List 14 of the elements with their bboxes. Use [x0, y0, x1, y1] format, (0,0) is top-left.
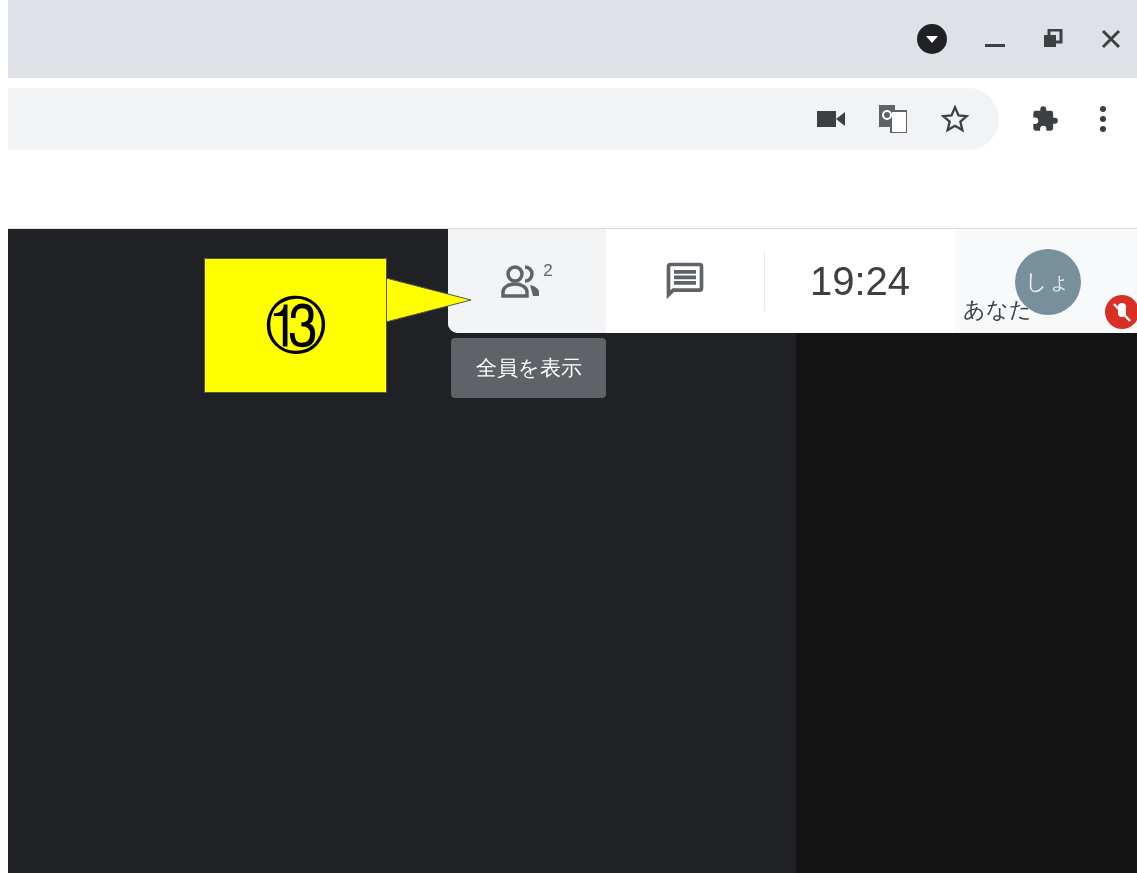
meeting-time: 19:24	[808, 257, 912, 305]
translate-icon[interactable]	[879, 105, 907, 133]
callout-label: ⑬	[204, 258, 387, 393]
more-icon[interactable]	[1099, 105, 1107, 133]
video-camera-icon[interactable]	[817, 110, 845, 128]
star-icon[interactable]	[941, 105, 969, 133]
close-icon[interactable]	[1101, 29, 1121, 49]
tooltip: 全員を表示	[451, 338, 606, 398]
participants-button[interactable]: 2	[448, 229, 606, 333]
participant-name: あなた	[963, 296, 1032, 324]
restore-icon[interactable]	[1043, 29, 1063, 49]
puzzle-icon[interactable]	[1031, 105, 1059, 133]
people-icon	[501, 264, 542, 298]
dropdown-icon[interactable]	[917, 24, 947, 54]
